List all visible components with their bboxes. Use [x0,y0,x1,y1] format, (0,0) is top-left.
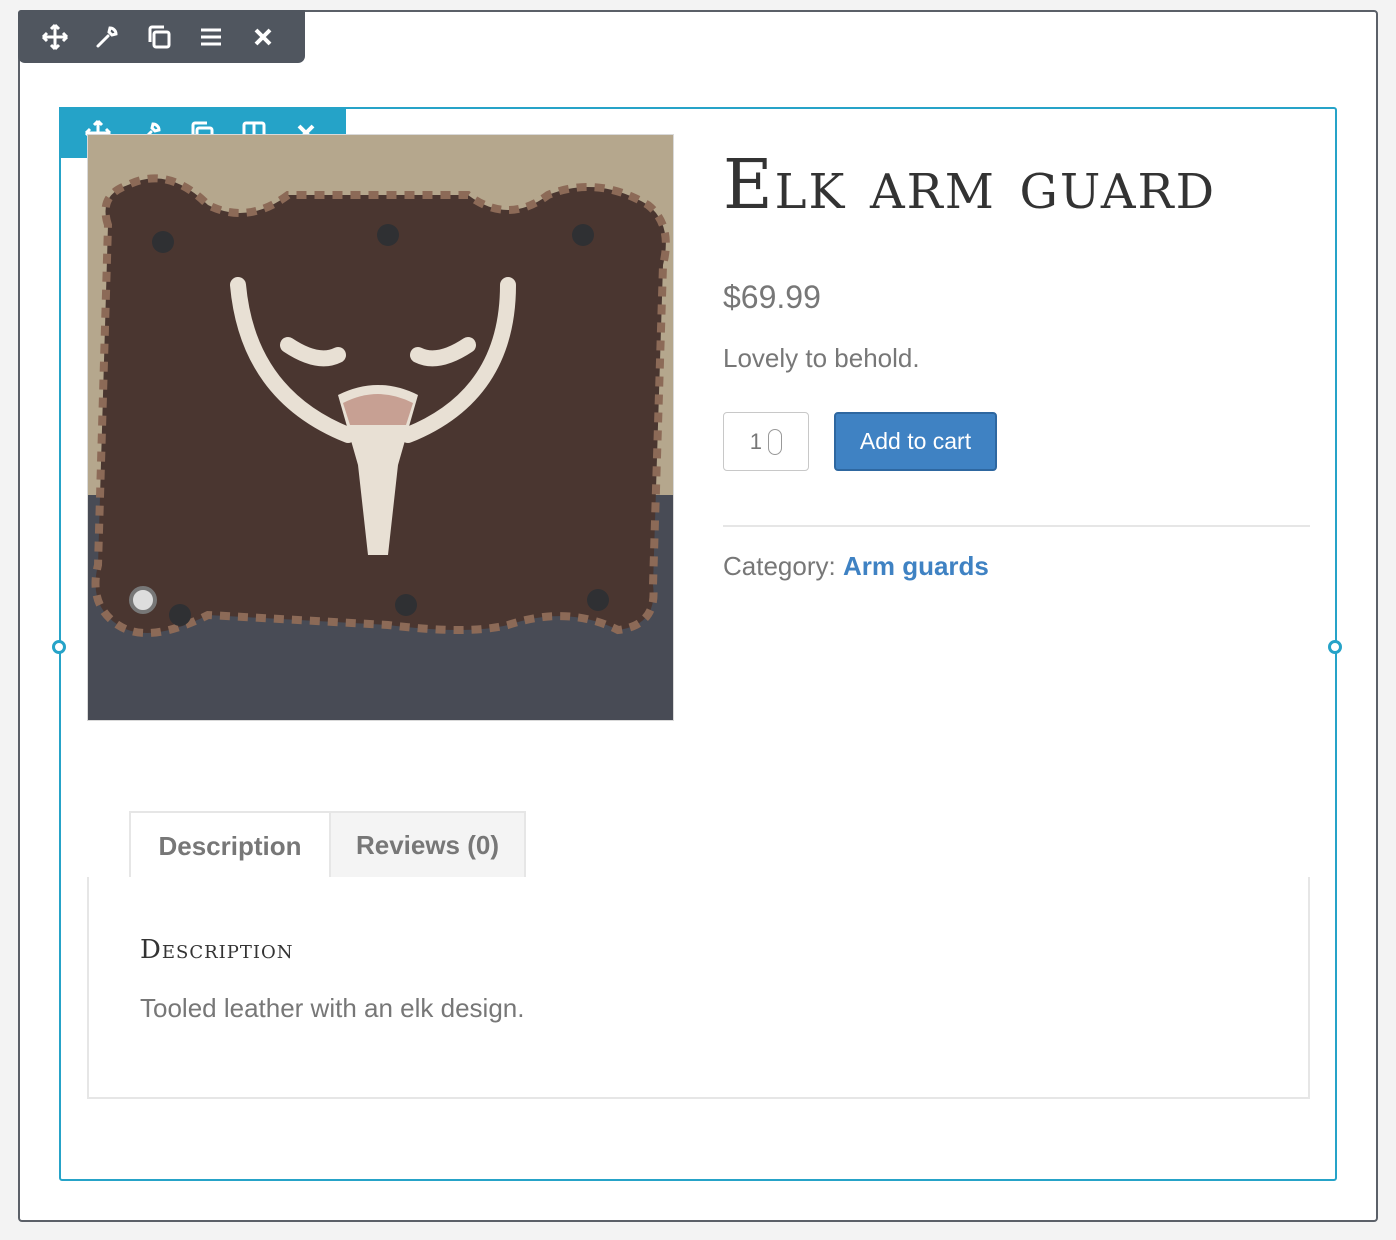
column-resize-handle-right[interactable] [1328,640,1342,654]
description-text: Tooled leather with an elk design. [140,993,525,1023]
tab-reviews[interactable]: Reviews (0) [329,811,526,878]
quantity-stepper[interactable]: 1 [723,412,809,471]
category-label: Category: [723,551,836,581]
product-price: $69.99 [723,279,821,315]
move-icon[interactable] [38,20,72,54]
copy-icon[interactable] [142,20,176,54]
wrench-icon[interactable] [90,20,124,54]
product-category: Category: Arm guards [723,551,989,582]
description-heading: Description [140,935,294,965]
add-to-cart-button[interactable]: Add to cart [834,412,997,471]
description-panel [87,877,1310,1099]
row-toolbar [18,10,305,63]
tab-description[interactable]: Description [129,811,331,880]
arm-guard-photo [88,135,673,720]
column-resize-handle-left[interactable] [52,640,66,654]
product-title: Elk arm guard [723,146,1217,225]
quantity-value: 1 [749,428,762,454]
divider [723,525,1310,527]
product-image[interactable] [87,134,674,721]
product-short-description: Lovely to behold. [723,343,920,373]
close-icon[interactable] [246,20,280,54]
menu-icon[interactable] [194,20,228,54]
spinner-arrows-icon[interactable] [768,429,782,455]
category-link[interactable]: Arm guards [843,551,989,581]
